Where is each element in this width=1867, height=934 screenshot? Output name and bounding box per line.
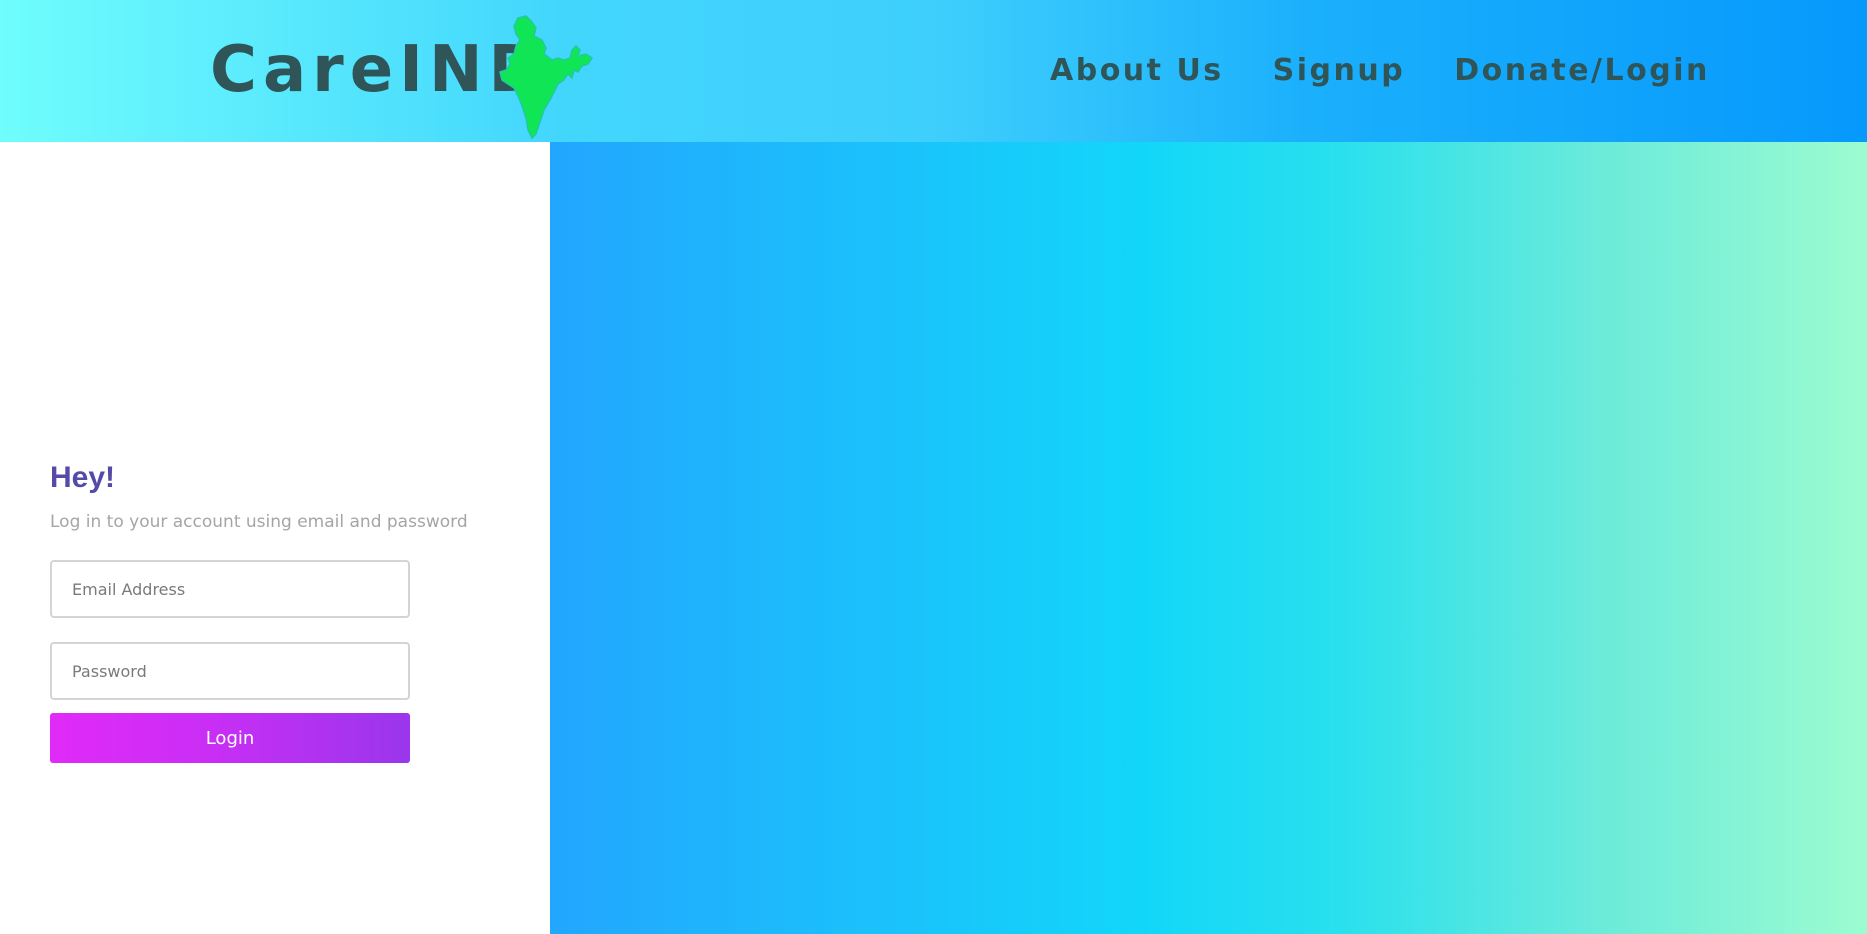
email-field[interactable] bbox=[50, 560, 410, 618]
nav-about-us[interactable]: About Us bbox=[1050, 48, 1224, 94]
login-subtitle: Log in to your account using email and p… bbox=[50, 512, 468, 532]
top-navbar: CareIND About Us Signup Donate/Login bbox=[0, 0, 1867, 142]
gradient-hero-panel bbox=[550, 142, 1867, 934]
login-title: Hey! bbox=[50, 461, 116, 494]
nav-links: About Us Signup Donate/Login bbox=[1050, 48, 1710, 94]
nav-donate-login[interactable]: Donate/Login bbox=[1454, 48, 1710, 94]
login-panel: Hey! Log in to your account using email … bbox=[0, 142, 550, 934]
india-map-icon bbox=[499, 15, 594, 140]
nav-signup[interactable]: Signup bbox=[1273, 48, 1406, 94]
login-button[interactable]: Login bbox=[50, 713, 410, 763]
password-field[interactable] bbox=[50, 642, 410, 700]
brand[interactable]: CareIND bbox=[210, 15, 594, 140]
brand-name: CareIND bbox=[210, 33, 548, 107]
